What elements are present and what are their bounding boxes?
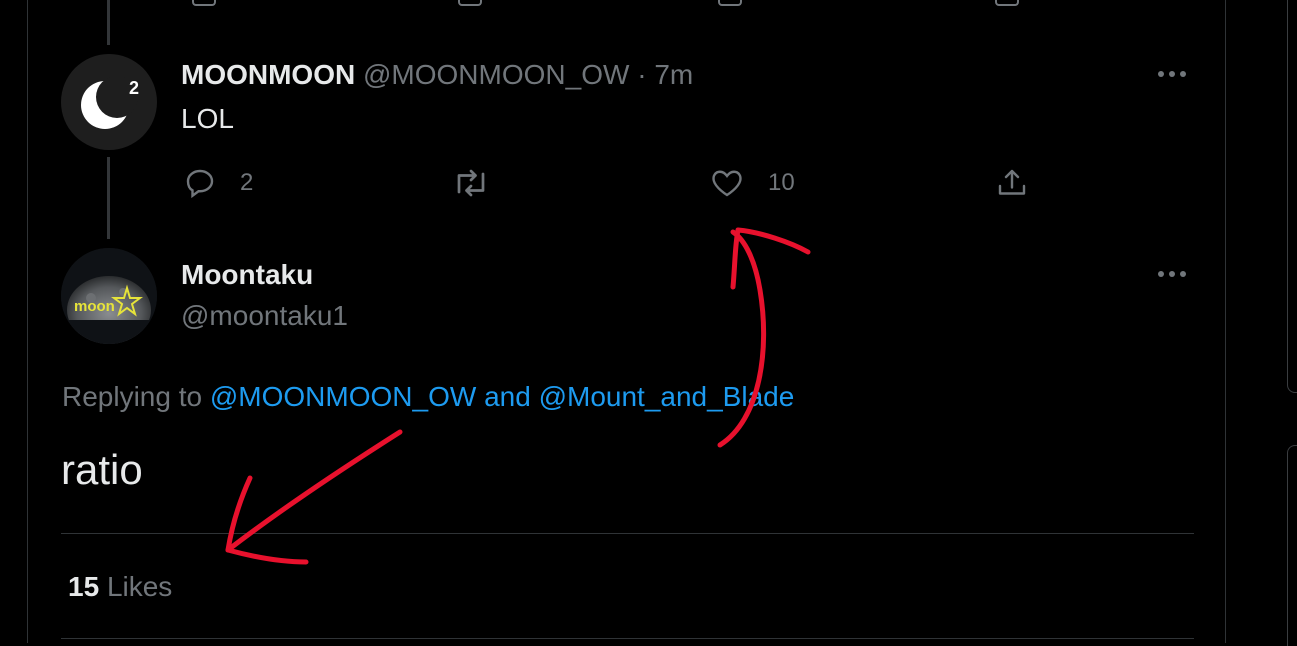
divider <box>61 533 1194 534</box>
reply-count: 2 <box>240 169 254 196</box>
avatar-badge: 2 <box>129 78 139 98</box>
moon-logo-avatar: moon <box>61 248 157 344</box>
retweet-icon[interactable] <box>458 0 482 6</box>
avatar[interactable]: 2 <box>61 54 157 150</box>
like-icon[interactable] <box>718 0 742 6</box>
more-icon[interactable] <box>1158 67 1194 81</box>
avatar-logo-text: moon <box>74 298 115 315</box>
thread-line <box>107 0 110 45</box>
column-border-right <box>1225 0 1226 643</box>
like-button[interactable]: 10 <box>708 164 795 202</box>
reply-button[interactable]: 2 <box>182 164 253 202</box>
separator-dot: · <box>637 59 647 90</box>
avatar[interactable]: moon <box>61 248 157 344</box>
replying-prefix: Replying to <box>62 381 203 412</box>
likes-link[interactable]: 15 Likes <box>68 570 172 604</box>
replying-and: and <box>484 381 531 412</box>
retweet-icon <box>457 169 485 197</box>
likes-count: 15 <box>68 571 100 602</box>
tweet-header: MOONMOON @MOONMOON_OW · 7m <box>181 58 693 92</box>
like-icon <box>712 170 742 197</box>
crescent-moon-icon: 2 <box>81 76 139 129</box>
display-name[interactable]: Moontaku <box>181 258 313 292</box>
reply-icon <box>186 169 214 199</box>
retweet-button[interactable] <box>451 164 513 202</box>
scrollbar-track-lower[interactable] <box>1287 445 1297 646</box>
share-icon[interactable] <box>995 0 1019 6</box>
reply-icon[interactable] <box>192 0 216 6</box>
scrollbar-track[interactable] <box>1287 0 1297 393</box>
previous-tweet-actions <box>180 0 1040 6</box>
timestamp[interactable]: 7m <box>654 59 693 90</box>
thread-line <box>107 157 110 239</box>
column-border-left <box>27 0 28 643</box>
user-handle[interactable]: @MOONMOON_OW <box>363 59 629 90</box>
mention-link[interactable]: @Mount_and_Blade <box>539 381 795 412</box>
like-count: 10 <box>768 169 795 196</box>
more-icon[interactable] <box>1158 267 1194 281</box>
tweet-text: LOL <box>181 103 234 134</box>
likes-label: Likes <box>106 571 173 602</box>
share-button[interactable] <box>994 164 1030 202</box>
divider <box>61 638 1194 639</box>
share-icon <box>998 169 1026 195</box>
tweet-text: ratio <box>61 446 143 493</box>
replying-to: Replying to @MOONMOON_OW and @Mount_and_… <box>62 380 794 414</box>
mention-link[interactable]: @MOONMOON_OW <box>210 381 476 412</box>
user-handle[interactable]: @moontaku1 <box>181 299 348 333</box>
display-name[interactable]: MOONMOON <box>181 59 355 90</box>
